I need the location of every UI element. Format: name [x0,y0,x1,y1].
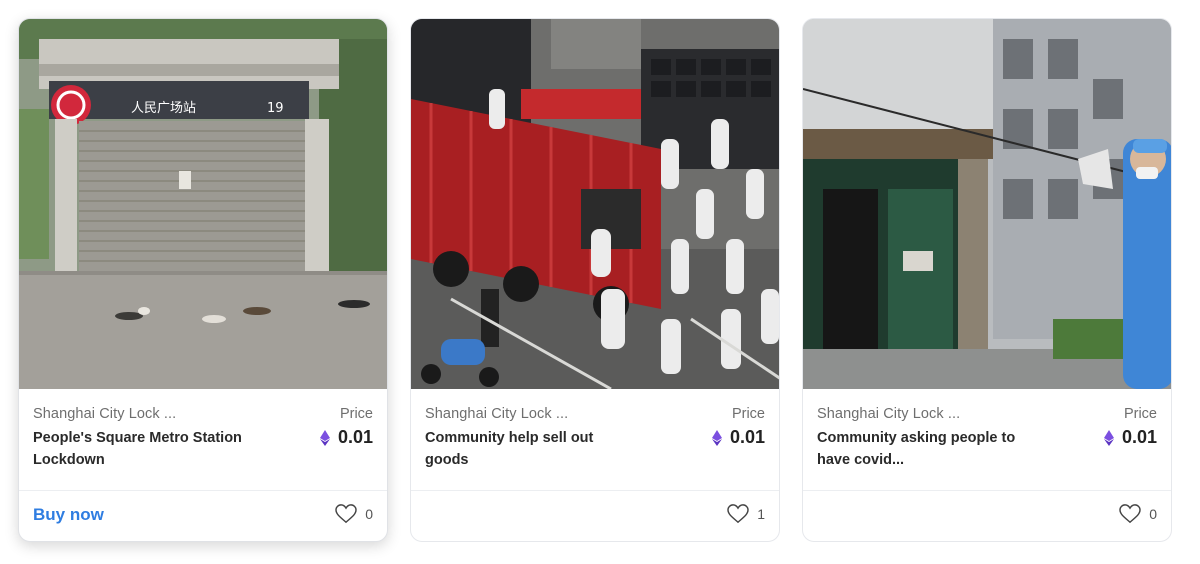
price-label: Price [339,406,373,422]
nft-image-community-goods[interactable] [411,19,779,389]
community-goods-photo [411,19,779,389]
price-amount: 0.01 [729,427,765,447]
price-value: 0.01 [711,427,765,448]
ethereum-icon [711,429,722,446]
collection-name[interactable]: Shanghai City Lock ... [817,406,960,422]
station-sign-text: 人民广场站 [131,101,196,116]
buy-now-button[interactable]: Buy now [33,505,104,525]
heart-icon[interactable] [727,504,749,524]
price-label: Price [731,406,765,422]
price-value: 0.01 [319,427,373,448]
like-number: 0 [365,506,373,522]
nft-image-metro-station[interactable]: 人民广场站 19 [19,19,387,389]
card-footer: 0 [803,491,1171,541]
heart-icon[interactable] [335,504,357,524]
item-title[interactable]: Community asking people to have covid... [817,427,1027,471]
card-footer: Buy now 0 [19,491,387,541]
price-value: 0.01 [1103,427,1157,448]
price-amount: 0.01 [337,427,373,447]
like-count: 0 [1119,504,1157,524]
like-count: 0 [335,504,373,524]
ethereum-icon [1103,429,1114,446]
card-footer: 1 [411,491,779,541]
like-number: 1 [757,506,765,522]
card-info: Shanghai City Lock ... Community help se… [411,389,779,491]
collection-name[interactable]: Shanghai City Lock ... [425,406,568,422]
like-count: 1 [727,504,765,524]
heart-icon[interactable] [1119,504,1141,524]
nft-card[interactable]: 人民广场站 19 Shanghai City Lock ... People's… [18,18,388,542]
nft-card[interactable]: Shanghai City Lock ... Community help se… [410,18,780,542]
card-info: Shanghai City Lock ... People's Square M… [19,389,387,491]
metro-station-photo: 人民广场站 19 [19,19,387,389]
covid-notice-photo [803,19,1171,389]
price-label: Price [1123,406,1157,422]
station-sign-number: 19 [267,101,284,116]
item-title[interactable]: People's Square Metro Station Lockdown [33,427,243,471]
nft-image-covid-notice[interactable] [803,19,1171,389]
ethereum-icon [319,429,330,446]
nft-card[interactable]: Shanghai City Lock ... Community asking … [802,18,1172,542]
price-amount: 0.01 [1121,427,1157,447]
like-number: 0 [1149,506,1157,522]
card-info: Shanghai City Lock ... Community asking … [803,389,1171,491]
item-title[interactable]: Community help sell out goods [425,427,635,471]
collection-name[interactable]: Shanghai City Lock ... [33,406,176,422]
